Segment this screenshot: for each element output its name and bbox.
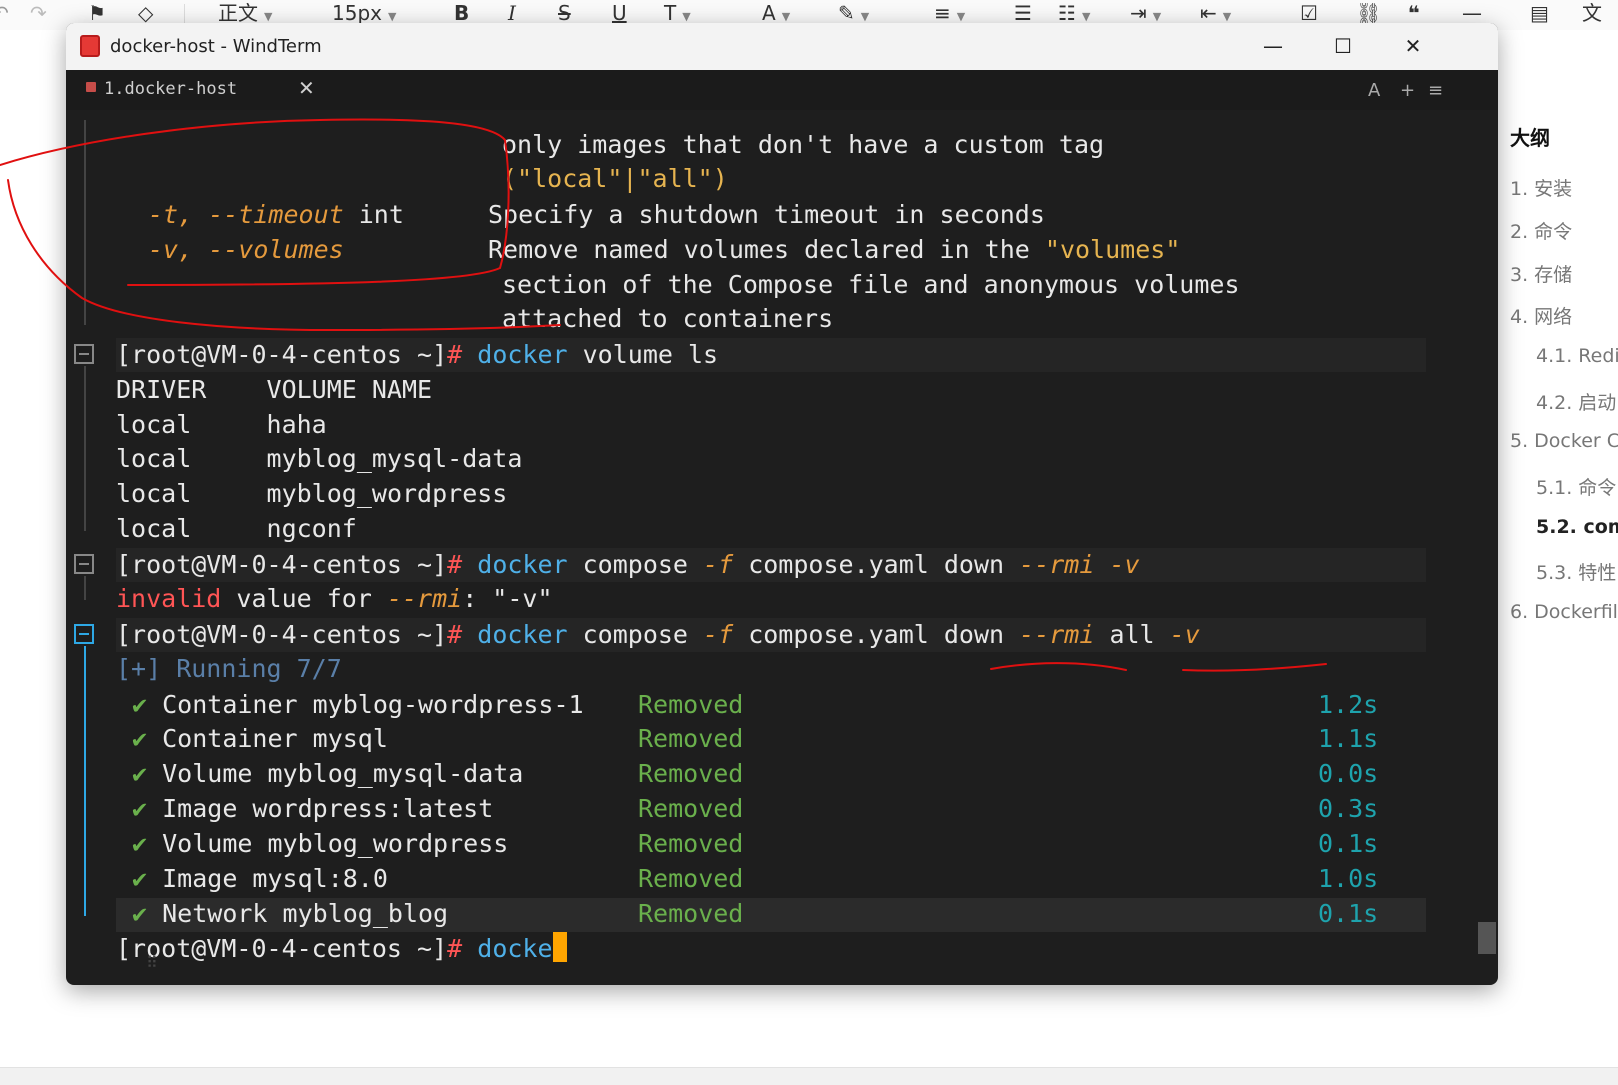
running-status: [+] Running 7/7 xyxy=(116,654,342,683)
windterm-window: docker-host - WindTerm — ☐ ✕ 1.docker-ho… xyxy=(66,23,1498,985)
check-icon: ✔ xyxy=(132,690,148,719)
help-line: Remove named volumes declared in the "vo… xyxy=(488,235,1181,264)
help-line: attached to containers xyxy=(502,304,834,333)
outline-item[interactable]: 5.3. 特性 xyxy=(1536,558,1616,585)
result-status: Removed xyxy=(638,794,744,823)
check-icon: ✔ xyxy=(132,759,148,788)
drag-handle-icon[interactable]: ⠿ xyxy=(146,953,158,972)
close-button[interactable]: ✕ xyxy=(1378,23,1448,70)
outline-title: 大纲 xyxy=(1510,126,1550,150)
window-titlebar[interactable]: docker-host - WindTerm — ☐ ✕ xyxy=(66,23,1498,70)
outline-item[interactable]: 4.1. Redi xyxy=(1536,345,1618,367)
translate-icon[interactable]: 文 xyxy=(1582,0,1602,28)
minimize-button[interactable]: — xyxy=(1238,23,1308,70)
result-status: Removed xyxy=(638,724,744,753)
help-line: -v, --volumes xyxy=(148,235,344,264)
command-line: [root@VM-0-4-centos ~]# docker compose -… xyxy=(116,620,1200,649)
result-status: Removed xyxy=(638,690,744,719)
tab-close-icon[interactable]: ✕ xyxy=(298,76,315,100)
check-icon: ✔ xyxy=(132,724,148,753)
text-cursor xyxy=(552,932,567,962)
fold-icon[interactable] xyxy=(74,624,94,644)
outline-item[interactable]: 4.2. 启动 xyxy=(1536,388,1616,415)
outline-panel: 大纲 1. 安装 2. 命令 3. 存储 4. 网络 4.1. Redi 4.2… xyxy=(1490,100,1618,660)
fold-icon[interactable] xyxy=(74,344,94,364)
result-row: ✔ Volume myblog_wordpress xyxy=(132,829,509,858)
outline-toggle-icon[interactable]: ▤ xyxy=(1530,0,1549,28)
result-status: Removed xyxy=(638,759,744,788)
result-time: 1.1s xyxy=(1318,724,1379,753)
result-row: ✔ Container mysql xyxy=(132,724,388,753)
result-row: ✔ Container myblog-wordpress-1 xyxy=(132,690,584,719)
check-icon: ✔ xyxy=(132,864,148,893)
back-icon[interactable]: ↶ xyxy=(0,0,9,28)
outline-item[interactable]: 6. Dockerfil xyxy=(1510,601,1618,623)
check-icon: ✔ xyxy=(132,899,148,928)
help-line: section of the Compose file and anonymou… xyxy=(502,270,1240,299)
table-row: local myblog_mysql-data xyxy=(116,444,523,473)
help-line: Specify a shutdown timeout in seconds xyxy=(488,200,1045,229)
windterm-app-icon xyxy=(80,35,100,57)
editor-status-bar xyxy=(0,1067,1618,1085)
result-time: 1.0s xyxy=(1318,864,1379,893)
result-time: 0.3s xyxy=(1318,794,1379,823)
maximize-button[interactable]: ☐ xyxy=(1308,23,1378,70)
help-line: ("local"|"all") xyxy=(502,164,728,193)
result-row: ✔ Volume myblog_mysql-data xyxy=(132,759,524,788)
outline-item-active[interactable]: 5.2. com xyxy=(1536,516,1618,538)
new-tab-icon[interactable]: + xyxy=(1400,80,1415,101)
window-title: docker-host - WindTerm xyxy=(110,36,322,57)
session-tab-label: 1.docker-host xyxy=(104,79,238,99)
command-line: [root@VM-0-4-centos ~]# docker compose -… xyxy=(116,550,1140,579)
error-line: invalid value for --rmi: "-v" xyxy=(116,584,553,613)
outline-item[interactable]: 4. 网络 xyxy=(1510,302,1572,329)
scrollbar-thumb[interactable] xyxy=(1478,922,1496,954)
table-header: DRIVER VOLUME NAME xyxy=(116,375,433,404)
outline-item[interactable]: 3. 存储 xyxy=(1510,260,1572,287)
result-status: Removed xyxy=(638,899,744,928)
outline-item[interactable]: 5.1. 命令 xyxy=(1536,473,1616,500)
help-line: -t, --timeout int xyxy=(148,200,404,229)
outline-item[interactable]: 1. 安装 xyxy=(1510,174,1572,201)
outline-item[interactable]: 5. Docker C xyxy=(1510,430,1618,452)
outline-item[interactable]: 2. 命令 xyxy=(1510,217,1572,244)
result-row: ✔ Image wordpress:latest xyxy=(132,794,494,823)
result-time: 0.1s xyxy=(1318,829,1379,858)
result-time: 0.0s xyxy=(1318,759,1379,788)
table-row: local haha xyxy=(116,410,327,439)
result-status: Removed xyxy=(638,829,744,858)
result-row: ✔ Image mysql:8.0 xyxy=(132,864,388,893)
result-status: Removed xyxy=(638,864,744,893)
result-row: ✔ Network myblog_blog xyxy=(132,899,449,928)
table-row: local ngconf xyxy=(116,514,357,543)
fold-icon[interactable] xyxy=(74,554,94,574)
font-icon[interactable]: A xyxy=(1368,80,1380,101)
session-status-icon xyxy=(86,82,96,92)
result-time: 0.1s xyxy=(1318,899,1379,928)
session-tabbar: 1.docker-host ✕ A + ≡ xyxy=(66,70,1498,110)
tab-menu-icon[interactable]: ≡ xyxy=(1428,80,1443,101)
session-tab[interactable]: 1.docker-host ✕ xyxy=(76,70,322,110)
table-row: local myblog_wordpress xyxy=(116,479,508,508)
result-time: 1.2s xyxy=(1318,690,1379,719)
command-line: [root@VM-0-4-centos ~]# docker volume ls xyxy=(116,340,719,369)
check-icon: ✔ xyxy=(132,794,148,823)
terminal-output[interactable]: only images that don't have a custom tag… xyxy=(66,110,1498,985)
redo-icon[interactable]: ↷ xyxy=(30,0,47,28)
input-line[interactable]: [root@VM-0-4-centos ~]# docke xyxy=(116,931,567,966)
check-icon: ✔ xyxy=(132,829,148,858)
help-line: only images that don't have a custom tag xyxy=(502,130,1105,159)
